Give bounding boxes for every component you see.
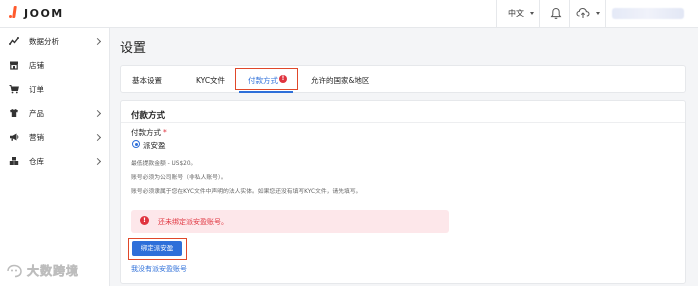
joom-logo[interactable]: JOOM bbox=[9, 6, 64, 20]
topbar-divider bbox=[569, 0, 570, 28]
topbar-divider bbox=[605, 0, 606, 28]
trend-icon bbox=[9, 37, 19, 45]
sidebar-item-warehouse[interactable]: 仓库 bbox=[0, 152, 110, 170]
field-label-text: 付款方式 bbox=[131, 128, 161, 137]
chevron-down-icon bbox=[596, 11, 600, 15]
sidebar-item-label: 产品 bbox=[29, 108, 44, 118]
tab-allowed-countries[interactable]: 允许的国家&地区 bbox=[311, 75, 369, 86]
chevron-right-icon bbox=[93, 37, 102, 45]
sidebar-item-label: 订单 bbox=[29, 84, 44, 94]
sidebar-item-label: 数据分析 bbox=[29, 36, 59, 46]
sidebar-item-analytics[interactable]: 数据分析 bbox=[0, 32, 110, 50]
logo-text: JOOM bbox=[24, 6, 64, 20]
required-mark: * bbox=[163, 128, 167, 137]
megaphone-icon bbox=[10, 133, 19, 141]
note-minimum-withdrawal: 最低提款金额 - US$20。 bbox=[131, 161, 197, 167]
sidebar-item-products[interactable]: 产品 bbox=[0, 104, 110, 122]
chevron-right-icon bbox=[93, 157, 102, 165]
note-company-account: 账号必须为公司账号（非私人账号）。 bbox=[131, 175, 227, 181]
sidebar-item-label: 店铺 bbox=[29, 60, 44, 70]
sidebar-item-label: 仓库 bbox=[29, 156, 44, 166]
sidebar: 数据分析 店铺 订单 产品 营销 仓库 bbox=[0, 28, 110, 286]
page-title: 设置 bbox=[120, 41, 147, 56]
sidebar-item-store[interactable]: 店铺 bbox=[0, 56, 110, 74]
language-label: 中文 bbox=[508, 9, 524, 18]
tab-highlight-box bbox=[235, 68, 298, 90]
payment-method-field-label: 付款方式 * bbox=[131, 127, 167, 138]
bell-icon[interactable] bbox=[550, 7, 562, 20]
settings-tabs: 基本设置 KYC文件 付款方式 允许的国家&地区 bbox=[120, 65, 686, 93]
joom-logo-mark bbox=[9, 6, 18, 20]
sidebar-item-label: 营销 bbox=[29, 132, 44, 142]
payoneer-radio[interactable] bbox=[132, 140, 140, 148]
watermark: 大数跨境 bbox=[6, 262, 79, 279]
watermark-logo-icon bbox=[7, 264, 22, 277]
upload-menu[interactable] bbox=[576, 7, 600, 19]
watermark-text: 大数跨境 bbox=[27, 264, 80, 279]
topbar-divider bbox=[496, 0, 497, 28]
topbar-divider bbox=[539, 0, 540, 28]
tab-kyc-documents[interactable]: KYC文件 bbox=[196, 75, 225, 86]
alert-message: 还未绑定派安盈账号。 bbox=[158, 218, 228, 226]
error-icon: ! bbox=[140, 216, 149, 225]
chevron-right-icon bbox=[93, 133, 102, 141]
store-icon bbox=[10, 61, 18, 70]
tab-basic-settings[interactable]: 基本设置 bbox=[132, 75, 162, 86]
warehouse-icon bbox=[9, 157, 19, 165]
note-kyc-entity: 账号必须隶属于您在KYC文件中声明的法人实体。如果您还没有填写KYC文件，请先填… bbox=[131, 189, 362, 195]
button-highlight-box bbox=[128, 238, 187, 260]
language-selector[interactable]: 中文 bbox=[508, 8, 534, 19]
shirt-icon bbox=[10, 109, 18, 117]
sidebar-item-orders[interactable]: 订单 bbox=[0, 80, 110, 98]
section-divider bbox=[121, 122, 685, 123]
cloud-upload-icon bbox=[576, 7, 590, 18]
section-title: 付款方式 bbox=[131, 111, 166, 121]
payoneer-radio-label[interactable]: 派安盈 bbox=[143, 140, 166, 151]
chevron-right-icon bbox=[93, 109, 102, 117]
cart-icon bbox=[9, 85, 19, 94]
no-payoneer-account-link[interactable]: 我没有派安盈账号 bbox=[131, 264, 187, 274]
active-tab-indicator bbox=[239, 91, 293, 93]
chevron-down-icon bbox=[530, 12, 534, 15]
account-menu[interactable] bbox=[612, 8, 684, 19]
sidebar-item-marketing[interactable]: 营销 bbox=[0, 128, 110, 146]
